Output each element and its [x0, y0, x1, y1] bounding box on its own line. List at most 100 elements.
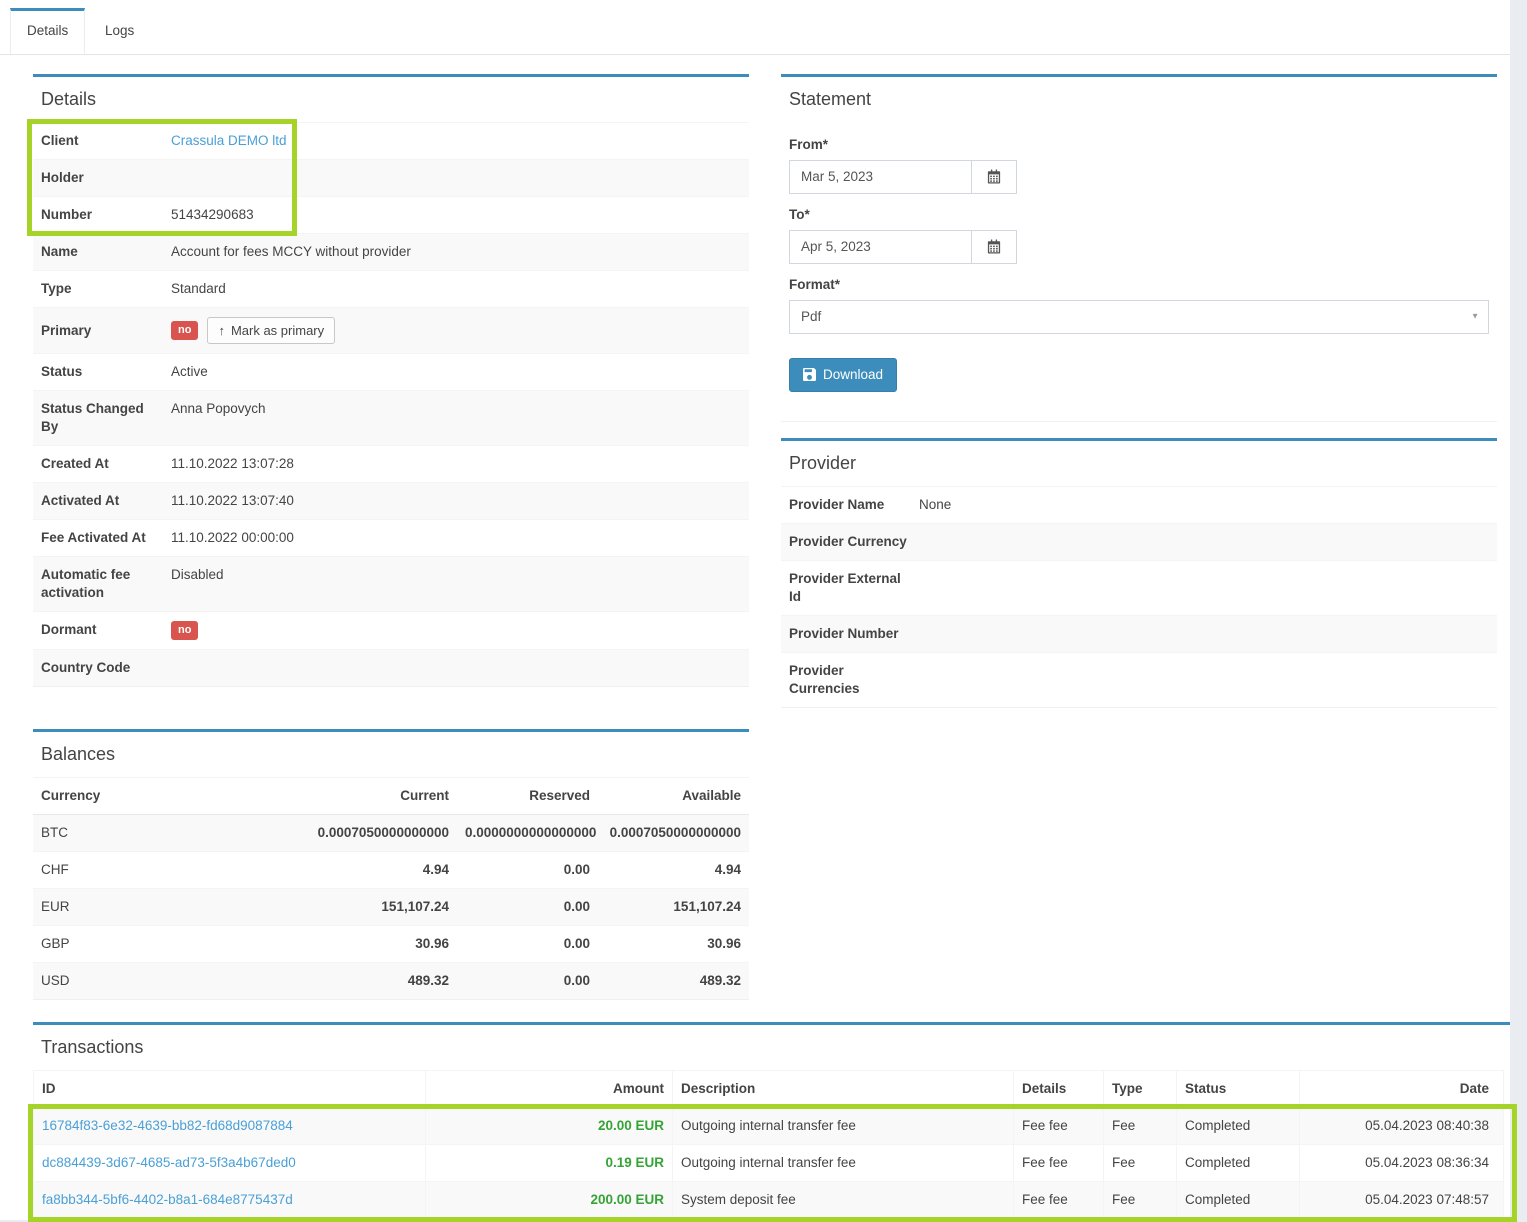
tab-details[interactable]: Details — [10, 8, 85, 54]
row-activated-at: Activated At 11.10.2022 13:07:40 — [33, 482, 749, 519]
col-header-available: Available — [598, 778, 749, 815]
detail-value: 11.10.2022 13:07:40 — [171, 492, 741, 510]
detail-value — [171, 659, 741, 677]
transaction-id-link[interactable]: fa8bb344-5bf6-4402-b8a1-684e8775437d — [42, 1192, 293, 1207]
provider-label: Provider Currencies — [789, 662, 909, 698]
balance-available: 151,107.24 — [598, 888, 749, 925]
detail-value: 11.10.2022 13:07:28 — [171, 455, 741, 473]
mark-as-primary-button[interactable]: ↑Mark as primary — [207, 317, 335, 344]
detail-label: Client — [41, 132, 161, 150]
col-header-type: Type — [1104, 1070, 1177, 1107]
transaction-date: 05.04.2023 08:36:34 — [1300, 1144, 1504, 1181]
transaction-amount: 20.00 EUR — [426, 1107, 673, 1144]
provider-label: Provider External Id — [789, 570, 909, 606]
detail-value: no↑Mark as primary — [171, 317, 741, 344]
transaction-type: Fee — [1104, 1181, 1177, 1218]
right-column: Statement From* To* — [781, 74, 1497, 708]
dormant-status-badge: no — [171, 621, 198, 640]
download-label: Download — [823, 366, 883, 384]
statement-form: From* To* Format* — [781, 122, 1497, 421]
detail-value: Account for fees MCCY without provider — [171, 243, 741, 261]
detail-label: Status — [41, 363, 161, 381]
provider-value: None — [919, 496, 1489, 514]
client-link[interactable]: Crassula DEMO ltd — [171, 133, 287, 148]
transaction-description: System deposit fee — [673, 1181, 1014, 1218]
balance-available: 4.94 — [598, 851, 749, 888]
balances-panel: Balances Currency Current Reserved Avail… — [33, 729, 749, 1000]
from-calendar-button[interactable] — [971, 160, 1017, 194]
balances-table: Currency Current Reserved Available BTC … — [33, 777, 749, 999]
provider-panel-title: Provider — [781, 441, 1497, 486]
balance-available: 489.32 — [598, 962, 749, 998]
transaction-details: Fee fee — [1014, 1107, 1104, 1144]
transaction-id-link[interactable]: dc884439-3d67-4685-ad73-5f3a4b67ded0 — [42, 1155, 296, 1170]
provider-rows: Provider Name None Provider Currency Pro… — [781, 486, 1497, 707]
calendar-icon — [987, 169, 1001, 184]
row-status-changed-by: Status Changed By Anna Popovych — [33, 390, 749, 445]
balance-currency: BTC — [33, 815, 303, 852]
balance-current: 30.96 — [303, 925, 457, 962]
transactions-panel-title: Transactions — [33, 1025, 1510, 1070]
statement-panel-title: Statement — [781, 77, 1497, 122]
download-button[interactable]: Download — [789, 358, 897, 392]
transaction-details: Fee fee — [1014, 1144, 1104, 1181]
save-icon — [803, 368, 816, 381]
col-header-id: ID — [34, 1070, 426, 1107]
detail-label: Fee Activated At — [41, 529, 161, 547]
balance-reserved: 0.0000000000000000 — [457, 815, 598, 852]
balance-currency: CHF — [33, 851, 303, 888]
balance-available: 30.96 — [598, 925, 749, 962]
detail-label: Dormant — [41, 621, 161, 640]
row-holder: Holder — [33, 159, 749, 196]
balance-row: CHF 4.94 0.00 4.94 — [33, 851, 749, 888]
transaction-status: Completed — [1177, 1181, 1300, 1218]
transaction-id-link[interactable]: 16784f83-6e32-4639-bb82-fd68d9087884 — [42, 1118, 293, 1133]
transactions-section: Transactions ID Amount Description Detai… — [0, 1022, 1510, 1220]
transaction-description: Outgoing internal transfer fee — [673, 1107, 1014, 1144]
detail-value: 51434290683 — [171, 206, 741, 224]
transaction-status: Completed — [1177, 1144, 1300, 1181]
to-calendar-button[interactable] — [971, 230, 1017, 264]
to-date-input[interactable] — [789, 230, 971, 264]
balance-currency: GBP — [33, 925, 303, 962]
format-select[interactable]: Pdf ▼ — [789, 300, 1489, 334]
detail-value — [171, 169, 741, 187]
to-date-group — [789, 230, 1017, 264]
col-header-status: Status — [1177, 1070, 1300, 1107]
to-label: To* — [789, 206, 1489, 224]
details-rows: Client Crassula DEMO ltd Holder Number 5… — [33, 122, 749, 686]
provider-value — [919, 533, 1489, 551]
page: Details Logs Details Client Crassula DEM… — [0, 0, 1510, 1220]
balance-reserved: 0.00 — [457, 851, 598, 888]
transaction-row: 16784f83-6e32-4639-bb82-fd68d9087884 20.… — [34, 1107, 1504, 1144]
transaction-row: dc884439-3d67-4685-ad73-5f3a4b67ded0 0.1… — [34, 1144, 1504, 1181]
balance-reserved: 0.00 — [457, 925, 598, 962]
from-date-input[interactable] — [789, 160, 971, 194]
from-label: From* — [789, 136, 1489, 154]
row-name: Name Account for fees MCCY without provi… — [33, 233, 749, 270]
row-status: Status Active — [33, 353, 749, 390]
balance-row: USD 489.32 0.00 489.32 — [33, 962, 749, 998]
col-header-amount: Amount — [426, 1070, 673, 1107]
left-column: Details Client Crassula DEMO ltd Holder … — [33, 74, 749, 1000]
col-header-description: Description — [673, 1070, 1014, 1107]
calendar-icon — [987, 239, 1001, 254]
tab-bar: Details Logs — [0, 0, 1510, 55]
balance-current: 4.94 — [303, 851, 457, 888]
detail-label: Type — [41, 280, 161, 298]
row-dormant: Dormant no — [33, 611, 749, 649]
col-header-date: Date — [1300, 1070, 1504, 1107]
col-header-current: Current — [303, 778, 457, 815]
transaction-id: fa8bb344-5bf6-4402-b8a1-684e8775437d — [34, 1181, 426, 1218]
detail-label: Number — [41, 206, 161, 224]
statement-panel: Statement From* To* — [781, 74, 1497, 422]
balance-row: BTC 0.0007050000000000 0.000000000000000… — [33, 815, 749, 852]
tab-logs[interactable]: Logs — [89, 8, 150, 54]
detail-value: Active — [171, 363, 741, 381]
detail-value: no — [171, 621, 741, 640]
balance-row: EUR 151,107.24 0.00 151,107.24 — [33, 888, 749, 925]
balance-current: 151,107.24 — [303, 888, 457, 925]
balance-current: 489.32 — [303, 962, 457, 998]
row-number: Number 51434290683 — [33, 196, 749, 233]
row-client: Client Crassula DEMO ltd — [33, 122, 749, 159]
